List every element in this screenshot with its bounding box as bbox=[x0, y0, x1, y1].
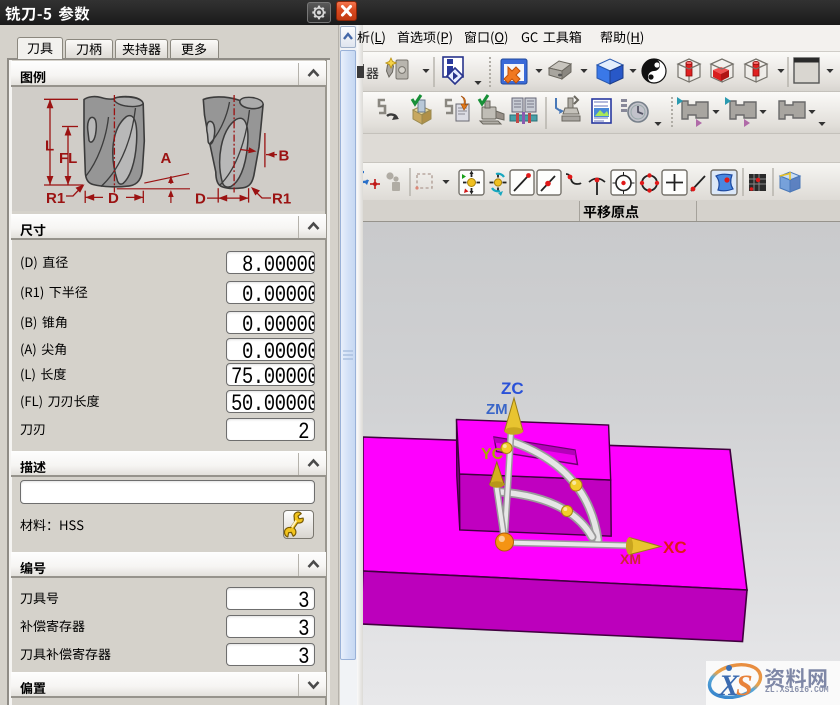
svg-text:B: B bbox=[279, 148, 290, 165]
svg-text:FL: FL bbox=[59, 150, 77, 167]
svg-text:R1: R1 bbox=[272, 191, 291, 208]
svg-text:S: S bbox=[736, 669, 753, 702]
svg-text:L: L bbox=[45, 138, 54, 155]
svg-text:D: D bbox=[195, 191, 206, 208]
svg-text:R1: R1 bbox=[46, 190, 65, 207]
svg-text:D: D bbox=[108, 190, 119, 207]
svg-text:A: A bbox=[161, 150, 172, 167]
